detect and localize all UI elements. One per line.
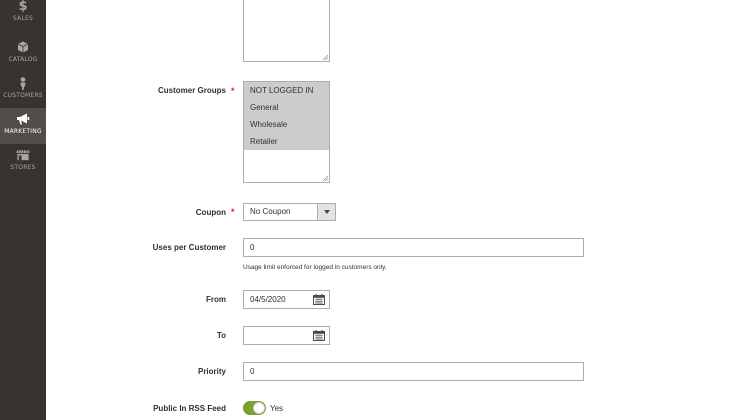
sidebar-item-label: CUSTOMERS xyxy=(3,92,43,99)
toggle-knob xyxy=(253,402,265,414)
sidebar-item-customers[interactable]: CUSTOMERS xyxy=(0,72,46,108)
customer-groups-label: Customer Groups xyxy=(157,86,226,95)
priority-label: Priority xyxy=(197,367,226,376)
from-label: From xyxy=(206,295,226,304)
coupon-select-value: No Coupon xyxy=(250,207,291,216)
uses-per-customer-input[interactable]: 0 xyxy=(243,238,584,257)
customer-group-option[interactable]: NOT LOGGED IN xyxy=(244,82,329,99)
sidebar-item-marketing[interactable]: MARKETING xyxy=(0,108,46,144)
rss-feed-toggle[interactable] xyxy=(243,401,266,415)
storefront-icon xyxy=(16,148,30,162)
description-textarea[interactable] xyxy=(243,0,330,62)
sidebar-item-label: MARKETING xyxy=(4,128,42,135)
dollar-icon: $ xyxy=(18,0,28,14)
resize-handle-icon[interactable] xyxy=(322,175,328,181)
megaphone-icon xyxy=(16,112,30,126)
sidebar-item-label: CATALOG xyxy=(8,56,38,63)
customer-group-option[interactable]: General xyxy=(244,99,329,116)
uses-per-customer-label: Uses per Customer xyxy=(152,243,226,252)
box-icon xyxy=(16,40,30,54)
chevron-down-icon xyxy=(323,210,330,214)
priority-input[interactable]: 0 xyxy=(243,362,584,381)
resize-handle-icon[interactable] xyxy=(322,54,328,60)
customer-group-option[interactable]: Retailer xyxy=(244,133,329,150)
sidebar-item-label: SALES xyxy=(13,15,33,22)
customer-group-option[interactable]: Wholesale xyxy=(244,116,329,133)
to-date-input[interactable] xyxy=(243,326,330,345)
to-label: To xyxy=(216,331,226,340)
calendar-icon[interactable] xyxy=(313,294,325,305)
customer-groups-multiselect[interactable]: NOT LOGGED IN General Wholesale Retailer xyxy=(243,81,330,183)
rss-feed-label: Public In RSS Feed xyxy=(153,404,226,413)
admin-sidebar: $ SALES CATALOG CUSTOMERS MARKETING STOR… xyxy=(0,0,46,420)
rss-feed-toggle-state: Yes xyxy=(270,404,284,413)
coupon-select[interactable]: No Coupon xyxy=(243,203,336,221)
uses-per-customer-note: Usage limit enforced for logged in custo… xyxy=(243,264,387,271)
coupon-label: Coupon xyxy=(195,208,226,217)
sidebar-item-sales[interactable]: $ SALES xyxy=(0,0,46,36)
sidebar-item-catalog[interactable]: CATALOG xyxy=(0,36,46,72)
dropdown-toggle[interactable] xyxy=(317,204,335,220)
required-marker: * xyxy=(231,86,235,96)
sidebar-item-label: STORES xyxy=(10,164,36,171)
calendar-icon[interactable] xyxy=(313,330,325,341)
from-date-input[interactable]: 04/5/2020 xyxy=(243,290,330,309)
sidebar-item-stores[interactable]: STORES xyxy=(0,144,46,180)
from-date-value: 04/5/2020 xyxy=(250,295,286,304)
required-marker: * xyxy=(231,207,235,217)
person-icon xyxy=(16,76,30,90)
